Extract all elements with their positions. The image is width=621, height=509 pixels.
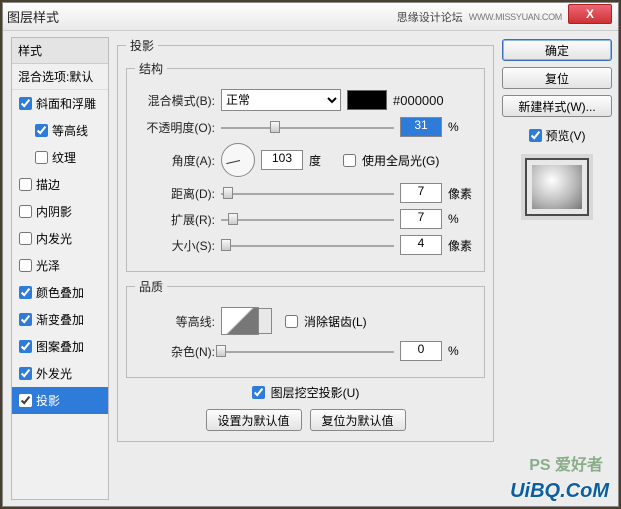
size-slider[interactable] (221, 237, 394, 253)
style-checkbox[interactable] (35, 151, 48, 164)
preview-checkbox[interactable] (529, 129, 542, 142)
color-swatch[interactable] (347, 90, 387, 110)
style-checkbox[interactable] (19, 340, 32, 353)
style-item-10[interactable]: 外发光 (12, 360, 108, 387)
styles-header: 样式 (12, 38, 108, 64)
styles-panel: 样式 混合选项:默认 斜面和浮雕等高线纹理描边内阴影内发光光泽颜色叠加渐变叠加图… (11, 37, 109, 500)
distance-input[interactable]: 7 (400, 183, 442, 203)
distance-unit: 像素 (448, 185, 476, 202)
size-unit: 像素 (448, 237, 476, 254)
opacity-slider[interactable] (221, 119, 394, 135)
set-default-button[interactable]: 设置为默认值 (206, 409, 302, 431)
noise-label: 杂色(N): (135, 343, 215, 360)
style-checkbox[interactable] (19, 313, 32, 326)
structure-fieldset: 结构 混合模式(B): 正常 #000000 不透明度(O): 31 % (126, 60, 485, 272)
reset-default-button[interactable]: 复位为默认值 (310, 409, 406, 431)
style-label: 渐变叠加 (36, 311, 84, 328)
titlebar: 图层样式 思缘设计论坛 WWW.MISSYUAN.COM X (3, 3, 618, 31)
opacity-label: 不透明度(O): (135, 119, 215, 136)
global-light-label: 使用全局光(G) (362, 152, 439, 169)
style-item-6[interactable]: 光泽 (12, 252, 108, 279)
style-label: 内发光 (36, 230, 72, 247)
style-checkbox[interactable] (19, 394, 32, 407)
blending-options-default[interactable]: 混合选项:默认 (12, 64, 108, 90)
right-panel: 确定 复位 新建样式(W)... 预览(V) (502, 37, 612, 500)
style-item-2[interactable]: 纹理 (12, 144, 108, 171)
watermark-main: UiBQ.CoM (510, 480, 609, 503)
drop-shadow-fieldset: 投影 结构 混合模式(B): 正常 #000000 不透明度(O): 31 % (117, 37, 494, 442)
preview-thumb (525, 158, 589, 216)
style-item-8[interactable]: 渐变叠加 (12, 306, 108, 333)
style-label: 等高线 (52, 122, 88, 139)
opacity-input[interactable]: 31 (400, 117, 442, 137)
cancel-button[interactable]: 复位 (502, 67, 612, 89)
antialias-checkbox[interactable] (285, 315, 298, 328)
noise-unit: % (448, 344, 476, 358)
forum-name: 思缘设计论坛 (397, 9, 463, 25)
opacity-unit: % (448, 120, 476, 134)
style-checkbox[interactable] (19, 97, 32, 110)
blend-mode-select[interactable]: 正常 (221, 89, 341, 111)
style-checkbox[interactable] (19, 178, 32, 191)
color-hex: #000000 (393, 93, 444, 108)
style-item-9[interactable]: 图案叠加 (12, 333, 108, 360)
style-item-5[interactable]: 内发光 (12, 225, 108, 252)
style-item-1[interactable]: 等高线 (12, 117, 108, 144)
global-light-checkbox[interactable] (343, 154, 356, 167)
noise-input[interactable]: 0 (400, 341, 442, 361)
spread-label: 扩展(R): (135, 211, 215, 228)
style-item-4[interactable]: 内阴影 (12, 198, 108, 225)
style-checkbox[interactable] (19, 286, 32, 299)
style-checkbox[interactable] (35, 124, 48, 137)
close-button[interactable]: X (568, 4, 612, 24)
spread-input[interactable]: 7 (400, 209, 442, 229)
style-label: 纹理 (52, 149, 76, 166)
style-checkbox[interactable] (19, 205, 32, 218)
style-label: 图案叠加 (36, 338, 84, 355)
spread-slider[interactable] (221, 211, 394, 227)
ok-button[interactable]: 确定 (502, 39, 612, 61)
style-item-7[interactable]: 颜色叠加 (12, 279, 108, 306)
structure-legend: 结构 (135, 60, 167, 77)
center-panel: 投影 结构 混合模式(B): 正常 #000000 不透明度(O): 31 % (113, 37, 498, 500)
angle-input[interactable]: 103 (261, 150, 303, 170)
quality-legend: 品质 (135, 278, 167, 295)
noise-slider[interactable] (221, 343, 394, 359)
knockout-label: 图层挖空投影(U) (271, 384, 360, 401)
new-style-button[interactable]: 新建样式(W)... (502, 95, 612, 117)
style-label: 斜面和浮雕 (36, 95, 96, 112)
style-checkbox[interactable] (19, 232, 32, 245)
distance-label: 距离(D): (135, 185, 215, 202)
style-checkbox[interactable] (19, 367, 32, 380)
style-label: 内阴影 (36, 203, 72, 220)
angle-unit: 度 (309, 152, 337, 169)
style-item-0[interactable]: 斜面和浮雕 (12, 90, 108, 117)
quality-fieldset: 品质 等高线: 消除锯齿(L) 杂色(N): 0 % (126, 278, 485, 378)
size-input[interactable]: 4 (400, 235, 442, 255)
style-item-3[interactable]: 描边 (12, 171, 108, 198)
size-label: 大小(S): (135, 237, 215, 254)
angle-label: 角度(A): (135, 152, 215, 169)
distance-slider[interactable] (221, 185, 394, 201)
spread-unit: % (448, 212, 476, 226)
style-label: 投影 (36, 392, 60, 409)
angle-dial[interactable] (221, 143, 255, 177)
contour-label: 等高线: (135, 313, 215, 330)
preview-label: 预览(V) (546, 127, 586, 144)
blend-mode-label: 混合模式(B): (135, 92, 215, 109)
watermark-sub: PS 爱好者 (529, 451, 603, 475)
style-label: 外发光 (36, 365, 72, 382)
knockout-checkbox[interactable] (252, 386, 265, 399)
forum-url: WWW.MISSYUAN.COM (469, 12, 562, 22)
contour-picker[interactable] (221, 307, 259, 335)
panel-title: 投影 (126, 37, 158, 54)
style-checkbox[interactable] (19, 259, 32, 272)
antialias-label: 消除锯齿(L) (304, 313, 367, 330)
window-title: 图层样式 (7, 7, 59, 26)
style-label: 描边 (36, 176, 60, 193)
style-label: 光泽 (36, 257, 60, 274)
style-item-11[interactable]: 投影 (12, 387, 108, 414)
style-label: 颜色叠加 (36, 284, 84, 301)
